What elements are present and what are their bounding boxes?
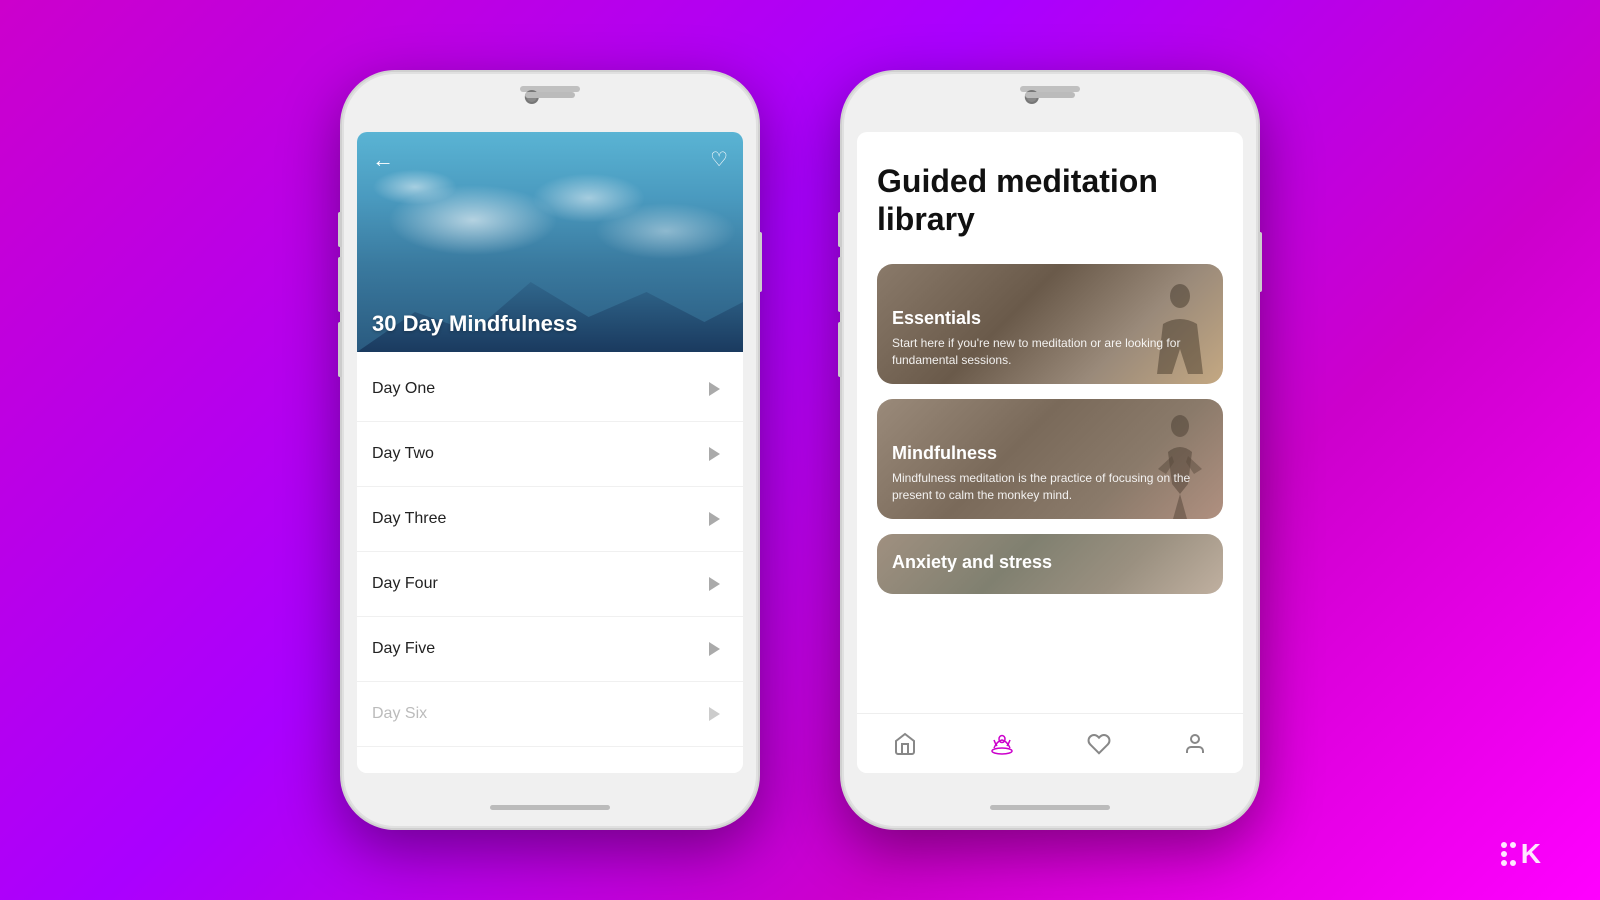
phone-2-btn-right (1258, 232, 1262, 292)
watermark: K (1501, 838, 1540, 870)
phone-1-home-indicator (490, 805, 610, 810)
day-label-5: Day Five (372, 640, 435, 658)
day-item-4[interactable]: Day Four (357, 552, 743, 617)
day-item-5[interactable]: Day Five (357, 617, 743, 682)
watermark-letter: K (1521, 838, 1540, 870)
phone-2-btn-left1 (838, 212, 842, 247)
phone-2-btn-left3 (838, 322, 842, 377)
nav-home[interactable] (893, 732, 917, 756)
anxiety-title: Anxiety and stress (892, 552, 1208, 573)
category-card-essentials[interactable]: Essentials Start here if you're new to m… (877, 264, 1223, 384)
library-title: Guided meditation library (877, 162, 1223, 239)
phone-1: ← ♡ 30 Day Mindfulness Day One Day Two D… (340, 70, 760, 830)
course-title: 30 Day Mindfulness (372, 311, 577, 337)
day-item-6: Day Six (357, 682, 743, 747)
dot-3 (1501, 851, 1507, 857)
favorite-button[interactable]: ♡ (710, 147, 728, 172)
play-btn-2[interactable] (700, 440, 728, 468)
day-label-4: Day Four (372, 575, 438, 593)
bottom-nav (857, 713, 1243, 773)
phone-1-speaker (525, 92, 575, 98)
play-btn-4[interactable] (700, 570, 728, 598)
dot-1 (1501, 842, 1507, 848)
phone-1-screen: ← ♡ 30 Day Mindfulness Day One Day Two D… (357, 132, 743, 773)
dot-2 (1510, 842, 1516, 848)
phone-2: Guided meditation library Essentials Sta… (840, 70, 1260, 830)
mindfulness-title: Mindfulness (892, 443, 1208, 464)
phone-2-btn-left2 (838, 257, 842, 312)
nav-profile[interactable] (1183, 732, 1207, 756)
card-text-anxiety: Anxiety and stress (877, 537, 1223, 594)
card-text-mindfulness: Mindfulness Mindfulness meditation is th… (877, 428, 1223, 519)
essentials-desc: Start here if you're new to meditation o… (892, 335, 1208, 369)
back-button[interactable]: ← (372, 147, 394, 173)
hero-image: ← ♡ 30 Day Mindfulness (357, 132, 743, 352)
mindfulness-desc: Mindfulness meditation is the practice o… (892, 470, 1208, 504)
days-list: Day One Day Two Day Three Day Four Day F… (357, 352, 743, 773)
phone-2-speaker (1025, 92, 1075, 98)
nav-meditation[interactable] (989, 733, 1015, 755)
day-item-3[interactable]: Day Three (357, 487, 743, 552)
play-btn-6 (700, 700, 728, 728)
watermark-dots (1501, 842, 1516, 866)
day-label-3: Day Three (372, 510, 446, 528)
category-card-mindfulness[interactable]: Mindfulness Mindfulness meditation is th… (877, 399, 1223, 519)
phone-1-btn-left3 (338, 322, 342, 377)
day-label-2: Day Two (372, 445, 434, 463)
phone-1-btn-left1 (338, 212, 342, 247)
day-item-2[interactable]: Day Two (357, 422, 743, 487)
dot-5 (1501, 860, 1507, 866)
day-item-1[interactable]: Day One (357, 357, 743, 422)
phone-1-btn-right (758, 232, 762, 292)
phone-1-btn-left2 (338, 257, 342, 312)
category-card-anxiety[interactable]: Anxiety and stress (877, 534, 1223, 594)
nav-favorites[interactable] (1087, 732, 1111, 756)
day-label-1: Day One (372, 380, 435, 398)
dot-6 (1510, 860, 1516, 866)
essentials-title: Essentials (892, 308, 1208, 329)
phone-2-home-indicator (990, 805, 1110, 810)
card-text-essentials: Essentials Start here if you're new to m… (877, 293, 1223, 384)
play-btn-5[interactable] (700, 635, 728, 663)
play-btn-3[interactable] (700, 505, 728, 533)
dot-4 (1510, 851, 1516, 857)
phone-2-screen: Guided meditation library Essentials Sta… (857, 132, 1243, 773)
day-label-6: Day Six (372, 705, 427, 723)
phones-container: ← ♡ 30 Day Mindfulness Day One Day Two D… (340, 70, 1260, 830)
library-content: Guided meditation library Essentials Sta… (857, 132, 1243, 713)
play-btn-1[interactable] (700, 375, 728, 403)
